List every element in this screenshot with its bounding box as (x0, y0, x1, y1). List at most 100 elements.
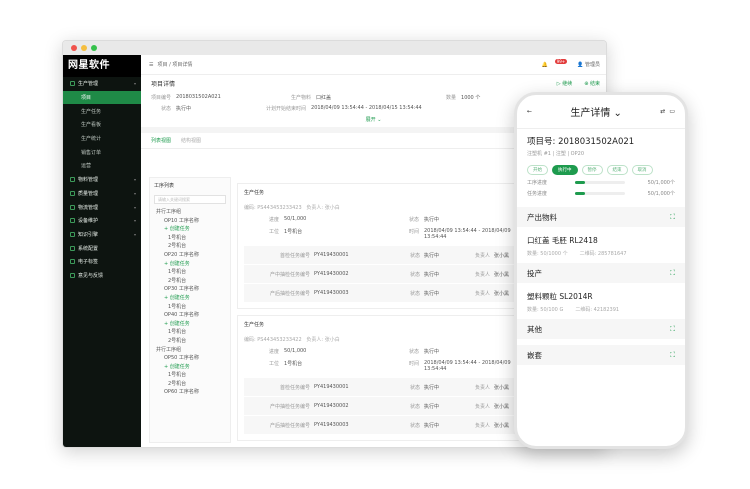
scan-icon[interactable]: ⛶ (670, 325, 675, 334)
maximize-dot[interactable] (91, 45, 97, 51)
sidebar-item[interactable]: 质量管理 ▾ (63, 187, 141, 201)
sidebar-item[interactable]: 物料管理 ▾ (63, 173, 141, 187)
chevron-down-icon: ▾ (133, 177, 136, 183)
scan-icon[interactable]: ⛶ (670, 269, 675, 278)
process-item[interactable]: OP40 工序名称 (150, 311, 230, 320)
label: 计划开始结束时间 (266, 106, 307, 112)
process-item[interactable]: OP50 工序名称 (150, 354, 230, 363)
section-other: 其他 ⛶ (517, 319, 685, 339)
menu-icon (70, 177, 75, 183)
sidebar-item[interactable]: 生产看板 (63, 118, 141, 132)
machine-info: 注塑机 #1 | 注塑 | OP20 (527, 151, 585, 157)
mobile-title[interactable]: 生产详情 ⌄ (570, 104, 622, 119)
bell-icon[interactable]: 🔔 (541, 62, 547, 68)
sidebar-item[interactable]: 项目 (63, 90, 141, 105)
process-item[interactable]: + 创建任务 (150, 363, 230, 372)
process-item[interactable]: + 创建任务 (150, 294, 230, 303)
menu-icon (70, 204, 75, 210)
mobile-header: ← 生产详情 ⌄ ⇄ ▭ (517, 95, 685, 129)
process-item[interactable]: OP10 工序名称 (150, 217, 230, 226)
back-icon[interactable]: ← (527, 108, 532, 115)
chevron-down-icon: ▾ (133, 218, 136, 224)
menu-icon (70, 245, 75, 251)
menu-icon (70, 272, 75, 278)
chevron-down-icon: ▾ (133, 231, 136, 237)
mobile-screen: ← 生产详情 ⌄ ⇄ ▭ 项目号: 2018031502A021 注塑机 #1 … (514, 92, 688, 449)
quantity: 1000 个 (461, 95, 481, 101)
project-number: 项目号: 2018031502A021 (527, 137, 635, 147)
scan-icon[interactable]: ⛶ (670, 351, 675, 360)
process-item[interactable]: + 创建任务 (150, 225, 230, 234)
section-output: 产出物料 ⛶ (517, 207, 685, 227)
process-item[interactable]: OP20 工序名称 (150, 251, 230, 260)
process-item[interactable]: OP60 工序名称 (150, 388, 230, 397)
mobile-body: 项目号: 2018031502A021 注塑机 #1 | 注塑 | OP20 开… (517, 129, 685, 371)
breadcrumb[interactable]: 项目 / 项目详情 (157, 61, 192, 68)
sidebar-item[interactable]: 系统配置 (63, 241, 141, 255)
process-item[interactable]: 1号机台 (150, 234, 230, 243)
sidebar-item[interactable]: 知识引擎 ▾ (63, 228, 141, 242)
search-input[interactable]: 请输入关键词搜索 (154, 195, 226, 204)
status-step[interactable]: 暂停 (581, 165, 603, 175)
process-item[interactable]: OP30 工序名称 (150, 285, 230, 294)
process-item[interactable]: 2号机台 (150, 277, 230, 286)
sidebar-item[interactable]: 生产任务 (63, 104, 141, 118)
user-menu[interactable]: 👤 管理员 (577, 61, 600, 68)
swap-icon[interactable]: ⇄ (660, 108, 665, 115)
process-item[interactable]: 1号机台 (150, 328, 230, 337)
tab-list-view[interactable]: 列表视图 (151, 137, 171, 144)
sidebar-item[interactable]: 运营 (63, 159, 141, 173)
process-item[interactable]: 2号机台 (150, 380, 230, 389)
project-no: 2018031502A021 (176, 94, 221, 100)
process-item[interactable]: 并行工序组 (150, 208, 230, 217)
status-step[interactable]: 开始 (527, 165, 548, 175)
product: 口红盖 (316, 95, 332, 101)
window-titlebar (63, 41, 606, 55)
status-steps: 开始 执行中 暂停 结束 取消 (527, 165, 675, 175)
process-item[interactable]: 并行工序组 (150, 346, 230, 355)
inbox-icon[interactable]: ▭ (669, 108, 675, 115)
status-step[interactable]: 结束 (606, 165, 628, 175)
brand-logo: 网星软件 (63, 55, 141, 77)
sidebar-item[interactable]: 生产统计 (63, 132, 141, 146)
process-item[interactable]: 2号机台 (150, 242, 230, 251)
sidebar: 网星软件 生产管理 ▾ 项目 生产任务 生产看板 生产统计 销售订单 运营 物料管理 ▾ 质量管理 ▾… (63, 55, 141, 447)
plan-time: 2018/04/09 13:54:44 - 2018/04/15 13:54:4… (311, 105, 422, 111)
status: 执行中 (176, 106, 192, 112)
continue-button[interactable]: ▷ 继续 (557, 80, 572, 87)
process-item[interactable]: + 创建任务 (150, 260, 230, 269)
chevron-down-icon: ▾ (133, 190, 136, 196)
process-item[interactable]: 1号机台 (150, 371, 230, 380)
status-step[interactable]: 执行中 (552, 165, 578, 175)
sidebar-item[interactable]: 销售订单 (63, 145, 141, 159)
sidebar-item[interactable]: 物流管理 ▾ (63, 200, 141, 214)
page-title: 项目详情 (151, 81, 176, 88)
input-item: 塑料颗粒 SL2014R 数量: 50/100 G 二维码: 42182391 (527, 292, 620, 313)
sidebar-item[interactable]: 意见与反馈 (63, 269, 141, 283)
label: 数量 (446, 95, 457, 101)
process-panel: 工序列表 请输入关键词搜索 并行工序组 OP10 工序名称 + 创建任务 1号机台 2号… (149, 177, 231, 443)
process-item[interactable]: 1号机台 (150, 303, 230, 312)
process-item[interactable]: 2号机台 (150, 337, 230, 346)
label: 状态 (161, 106, 172, 112)
process-item[interactable]: + 创建任务 (150, 320, 230, 329)
process-item[interactable]: 1号机台 (150, 268, 230, 277)
sidebar-item[interactable]: 生产管理 ▾ (63, 77, 141, 91)
scan-icon[interactable]: ⛶ (670, 213, 675, 222)
section-input: 投产 ⛶ (517, 263, 685, 283)
notification-badge: 99+ (554, 59, 568, 64)
sidebar-item[interactable]: 电子标签 (63, 255, 141, 269)
end-button[interactable]: ⊕ 结束 (584, 80, 600, 87)
section-mold: 嵌套 ⛶ (517, 345, 685, 365)
tab-structure-view[interactable]: 结构视图 (181, 137, 201, 144)
minimize-dot[interactable] (81, 45, 87, 51)
menu-icon (70, 218, 75, 224)
menu-icon (70, 259, 75, 265)
menu-icon[interactable]: ☰ (149, 62, 153, 68)
sidebar-item[interactable]: 设备维护 ▾ (63, 214, 141, 228)
close-dot[interactable] (71, 45, 77, 51)
menu-icon (70, 231, 75, 237)
status-step[interactable]: 取消 (631, 165, 653, 175)
user-name: 管理员 (584, 62, 600, 68)
menu-icon (70, 190, 75, 196)
